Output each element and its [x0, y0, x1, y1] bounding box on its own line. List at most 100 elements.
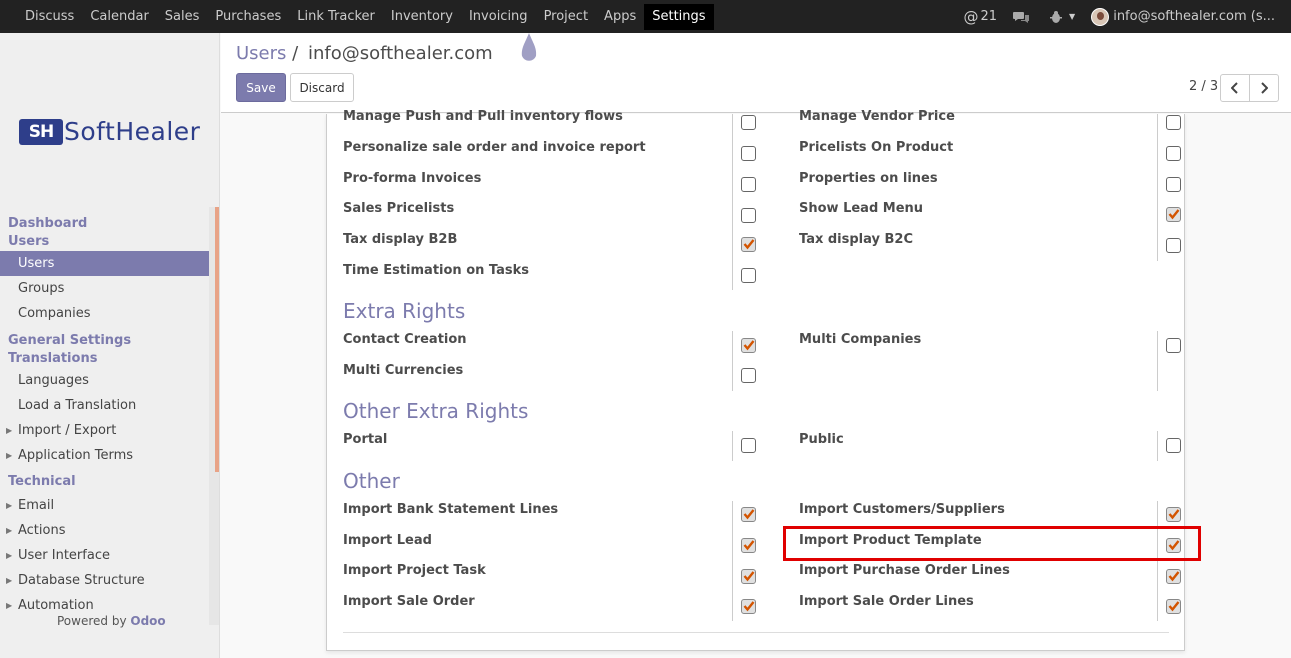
sidebar-item-application-terms[interactable]: ▶ Application Terms	[0, 443, 209, 468]
field-label: Import Purchase Order Lines	[799, 563, 1010, 578]
caret-right-icon: ▶	[6, 601, 13, 610]
menu-discuss[interactable]: Discuss	[17, 4, 82, 30]
sidebar-item-languages[interactable]: Languages	[0, 368, 209, 393]
sidebar-item-label: User Interface	[18, 548, 110, 563]
field-label: Import Sale Order	[343, 594, 475, 609]
menu-sales[interactable]: Sales	[157, 4, 208, 30]
checkbox[interactable]	[1166, 177, 1181, 192]
pager-previous-button[interactable]	[1220, 74, 1250, 102]
checkbox-checked[interactable]	[1166, 599, 1181, 614]
checkmark-icon	[1168, 601, 1180, 612]
sidebar-section-dashboard[interactable]: Dashboard	[0, 215, 220, 233]
sidebar-item-companies[interactable]: Companies	[0, 301, 209, 326]
column-separator	[1157, 431, 1158, 461]
caret-down-icon: ▼	[1069, 12, 1076, 21]
checkbox[interactable]	[1166, 146, 1181, 161]
checkbox[interactable]	[1166, 115, 1181, 130]
logo-mark: SH	[19, 118, 63, 145]
checkbox-checked[interactable]	[741, 507, 756, 522]
field-label: Pro-forma Invoices	[343, 171, 482, 186]
checkmark-icon	[1168, 571, 1180, 582]
menu-inventory[interactable]: Inventory	[383, 4, 461, 30]
column-separator	[1157, 501, 1158, 621]
checkbox-checked[interactable]	[741, 237, 756, 252]
checkbox[interactable]	[741, 177, 756, 192]
checkbox-checked[interactable]	[1166, 207, 1181, 222]
pager-next-button[interactable]	[1249, 74, 1279, 102]
field-label: Portal	[343, 432, 388, 447]
column-separator	[732, 331, 733, 391]
sidebar-section-users[interactable]: Users	[0, 233, 220, 251]
checkbox[interactable]	[1166, 238, 1181, 253]
at-icon: @	[963, 7, 979, 26]
sidebar-item-users[interactable]: Users	[0, 251, 209, 276]
menu-link-tracker[interactable]: Link Tracker	[289, 4, 383, 30]
checkbox[interactable]	[741, 368, 756, 383]
caret-right-icon: ▶	[6, 451, 13, 460]
menu-purchases[interactable]: Purchases	[207, 4, 289, 30]
menu-project[interactable]: Project	[536, 4, 596, 30]
debug-menu[interactable]: ▼	[1049, 10, 1075, 24]
column-separator	[732, 431, 733, 461]
checkbox[interactable]	[741, 438, 756, 453]
field-label: Contact Creation	[343, 332, 467, 347]
checkbox[interactable]	[741, 208, 756, 223]
checkbox[interactable]	[741, 115, 756, 130]
checkbox[interactable]	[1166, 438, 1181, 453]
sidebar-item-actions[interactable]: ▶ Actions	[0, 518, 209, 543]
menu-apps[interactable]: Apps	[596, 4, 644, 30]
field-label: Import Customers/Suppliers	[799, 502, 1005, 517]
field-label: Import Project Task	[343, 563, 486, 578]
pager-value: 2 / 3	[1189, 79, 1219, 94]
checkbox-checked[interactable]	[741, 538, 756, 553]
checkbox-checked[interactable]	[741, 569, 756, 584]
checkmark-icon	[743, 509, 755, 520]
checkmark-icon	[743, 340, 755, 351]
sidebar-section-general-settings[interactable]: General Settings	[0, 332, 220, 350]
caret-right-icon: ▶	[6, 501, 13, 510]
highlight-box	[783, 526, 1201, 561]
field-label: Time Estimation on Tasks	[343, 263, 529, 278]
menu-settings[interactable]: Settings	[644, 3, 714, 30]
breadcrumb-separator: /	[292, 43, 299, 64]
field-label: Pricelists On Product	[799, 140, 954, 155]
bug-icon	[1050, 10, 1063, 23]
save-button[interactable]: Save	[236, 73, 286, 102]
sidebar-item-groups[interactable]: Groups	[0, 276, 209, 301]
field-label: Properties on lines	[799, 171, 938, 186]
checkbox[interactable]	[741, 146, 756, 161]
checkbox[interactable]	[1166, 338, 1181, 353]
mentions-counter[interactable]: @ 21	[964, 8, 998, 26]
user-menu[interactable]: info@softhealer.com (s...	[1091, 7, 1275, 26]
sidebar-section-translations[interactable]: Translations	[0, 350, 220, 368]
checkmark-icon	[743, 540, 755, 551]
checkmark-icon	[743, 239, 755, 250]
sidebar-item-load-translation[interactable]: Load a Translation	[0, 393, 209, 418]
checkbox-checked[interactable]	[1166, 507, 1181, 522]
chevron-left-icon	[1231, 82, 1238, 94]
sidebar-section-technical[interactable]: Technical	[0, 473, 220, 491]
control-panel: Users / info@softhealer.com Save Discard…	[221, 33, 1291, 113]
checkbox[interactable]	[741, 268, 756, 283]
checkbox-checked[interactable]	[1166, 569, 1181, 584]
field-label: Multi Companies	[799, 332, 922, 347]
checkbox-checked[interactable]	[741, 338, 756, 353]
user-email: info@softhealer.com (s...	[1113, 9, 1275, 24]
discard-button[interactable]: Discard	[290, 73, 354, 102]
breadcrumb: Users / info@softhealer.com	[236, 43, 493, 64]
powered-by-brand[interactable]: Odoo	[130, 614, 165, 628]
messaging-menu[interactable]	[1013, 10, 1033, 24]
breadcrumb-parent[interactable]: Users	[236, 43, 286, 64]
sidebar-item-email[interactable]: ▶ Email	[0, 493, 209, 518]
column-separator	[732, 501, 733, 621]
checkbox-checked[interactable]	[741, 599, 756, 614]
menu-calendar[interactable]: Calendar	[82, 4, 156, 30]
sidebar-item-database-structure[interactable]: ▶ Database Structure	[0, 568, 209, 593]
sidebar-item-import-export[interactable]: ▶ Import / Export	[0, 418, 209, 443]
top-navbar: Discuss Calendar Sales Purchases Link Tr…	[0, 0, 1291, 33]
field-label: Public	[799, 432, 844, 447]
caret-right-icon: ▶	[6, 426, 13, 435]
field-label: Show Lead Menu	[799, 201, 924, 216]
menu-invoicing[interactable]: Invoicing	[461, 4, 536, 30]
sidebar-item-user-interface[interactable]: ▶ User Interface	[0, 543, 209, 568]
